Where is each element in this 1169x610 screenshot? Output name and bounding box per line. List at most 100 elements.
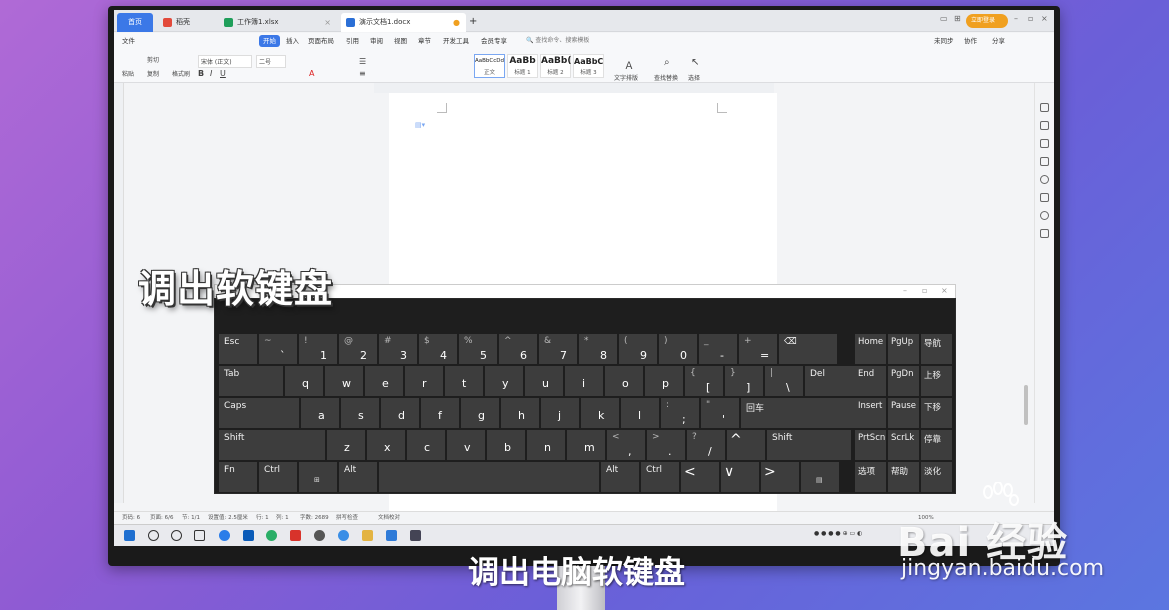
menu-layout[interactable]: 页面布局 (308, 35, 334, 47)
cut-button[interactable]: 剪切 (147, 55, 159, 64)
italic-button[interactable]: I (210, 69, 212, 78)
osk-key[interactable]: x (367, 430, 405, 460)
maximize-icon[interactable]: ▫ (922, 285, 927, 297)
menu-references[interactable]: 引用 (346, 35, 359, 47)
copy-button[interactable]: 复制 (147, 69, 159, 78)
osk-nav-key[interactable]: Insert (855, 398, 886, 428)
osk-key[interactable]: y (485, 366, 523, 396)
osk-nav-key[interactable]: PrtScn (855, 430, 886, 460)
underline-button[interactable]: U (220, 69, 226, 78)
system-tray[interactable]: ● ● ● ● ⊕ ▭ ◐ (814, 530, 862, 537)
collab-button[interactable]: 协作 (964, 35, 977, 47)
osk-key[interactable]: ∨ (721, 462, 759, 492)
osk-key[interactable]: Ctrl (259, 462, 297, 492)
format-painter-button[interactable]: 格式刷 (172, 69, 190, 78)
osk-key[interactable]: i (565, 366, 603, 396)
osk-key[interactable]: 回车 (741, 398, 868, 428)
edge-icon[interactable] (219, 530, 230, 541)
osk-key[interactable]: h (501, 398, 539, 428)
osk-key[interactable]: $4 (419, 334, 457, 364)
osk-key[interactable]: b (487, 430, 525, 460)
find-replace-button[interactable]: 查找替换 (654, 73, 678, 82)
app-icon[interactable] (314, 530, 325, 541)
help-icon[interactable] (1040, 175, 1049, 184)
font-name-select[interactable]: 宋体 (正文) (198, 55, 252, 68)
select-button[interactable]: 选择 (688, 73, 700, 82)
location-icon[interactable] (1040, 211, 1049, 220)
menu-view[interactable]: 视图 (394, 35, 407, 47)
osk-key[interactable]: ? / (687, 430, 725, 460)
osk-key[interactable]: q (285, 366, 323, 396)
wps-icon[interactable] (290, 530, 301, 541)
osk-nav-key[interactable]: 淡化 (921, 462, 952, 492)
store-icon[interactable] (386, 530, 397, 541)
cortana-icon[interactable] (171, 530, 182, 541)
osk-key[interactable]: r (405, 366, 443, 396)
paragraph-icon[interactable]: ▤▾ (415, 121, 425, 129)
osk-nav-key[interactable]: Home (855, 334, 886, 364)
osk-key[interactable]: Caps (219, 398, 299, 428)
osk-nav-key[interactable]: End (855, 366, 886, 396)
ie-icon[interactable] (338, 530, 349, 541)
sync-status[interactable]: 未同步 (934, 35, 954, 47)
osk-key[interactable]: o (605, 366, 643, 396)
osk-key[interactable]: ▤ (801, 462, 839, 492)
osk-key[interactable]: < (681, 462, 719, 492)
maximize-icon[interactable]: ▫ (1028, 14, 1033, 23)
osk-key[interactable]: n (527, 430, 565, 460)
minimize-icon[interactable]: – (1014, 14, 1018, 23)
tab-docer[interactable]: 稻壳 (158, 13, 216, 32)
start-icon[interactable] (124, 530, 135, 541)
browser-icon[interactable] (243, 530, 254, 541)
select-tool-icon[interactable] (1040, 139, 1049, 148)
osk-key[interactable]: Alt (601, 462, 639, 492)
wechat-icon[interactable] (266, 530, 277, 541)
menu-developer[interactable]: 开发工具 (443, 35, 469, 47)
osk-key[interactable]: | \ (765, 366, 803, 396)
osk-nav-key[interactable]: Pause (888, 398, 919, 428)
new-tab-button[interactable]: + (469, 13, 481, 32)
osk-nav-key[interactable]: 下移 (921, 398, 952, 428)
task-view-icon[interactable] (194, 530, 205, 541)
osk-key[interactable]: j (541, 398, 579, 428)
tab-workbook[interactable]: 工作簿1.xlsx × (219, 13, 337, 32)
osk-nav-key[interactable]: 帮助 (888, 462, 919, 492)
network-icon[interactable] (410, 530, 421, 541)
osk-key[interactable]: v (447, 430, 485, 460)
osk-key[interactable]: % 5 (459, 334, 497, 364)
backup-icon[interactable] (1040, 193, 1049, 202)
osk-key[interactable]: e (365, 366, 403, 396)
osk-key[interactable]: z (327, 430, 365, 460)
osk-key[interactable]: u (525, 366, 563, 396)
osk-key[interactable]: Shift (767, 430, 851, 460)
osk-key[interactable]: g (461, 398, 499, 428)
osk-key[interactable]: Alt (339, 462, 377, 492)
style-heading-1[interactable]: AaBb 标题 1 (507, 54, 538, 78)
osk-key[interactable]: c (407, 430, 445, 460)
osk-key[interactable]: s (341, 398, 379, 428)
text-layout-button[interactable]: 文字排版 (614, 73, 638, 82)
osk-key[interactable]: t (445, 366, 483, 396)
osk-key[interactable]: <, (607, 430, 645, 460)
search-icon[interactable] (148, 530, 159, 541)
osk-key[interactable]: >. (647, 430, 685, 460)
osk-key[interactable]: ! 1 (299, 334, 337, 364)
osk-key[interactable]: }] (725, 366, 763, 396)
osk-key[interactable] (379, 462, 599, 492)
menu-file[interactable]: 文件 (122, 35, 135, 47)
osk-key[interactable]: #3 (379, 334, 417, 364)
osk-nav-key[interactable]: PgUp (888, 334, 919, 364)
osk-key[interactable]: ⌫ (779, 334, 837, 364)
osk-key[interactable]: " ' (701, 398, 739, 428)
osk-key[interactable]: Esc (219, 334, 257, 364)
osk-nav-key[interactable]: PgDn (888, 366, 919, 396)
apps-icon[interactable]: ⊞ (954, 14, 961, 23)
osk-key[interactable]: f (421, 398, 459, 428)
share-button[interactable]: 分享 (992, 35, 1005, 47)
paste-button[interactable]: 粘贴 (122, 69, 134, 78)
osk-nav-key[interactable]: ScrLk (888, 430, 919, 460)
osk-key[interactable]: d (381, 398, 419, 428)
osk-key[interactable]: a (301, 398, 339, 428)
list-icon[interactable]: ☰ (359, 57, 366, 66)
menu-chapter[interactable]: 章节 (418, 35, 431, 47)
